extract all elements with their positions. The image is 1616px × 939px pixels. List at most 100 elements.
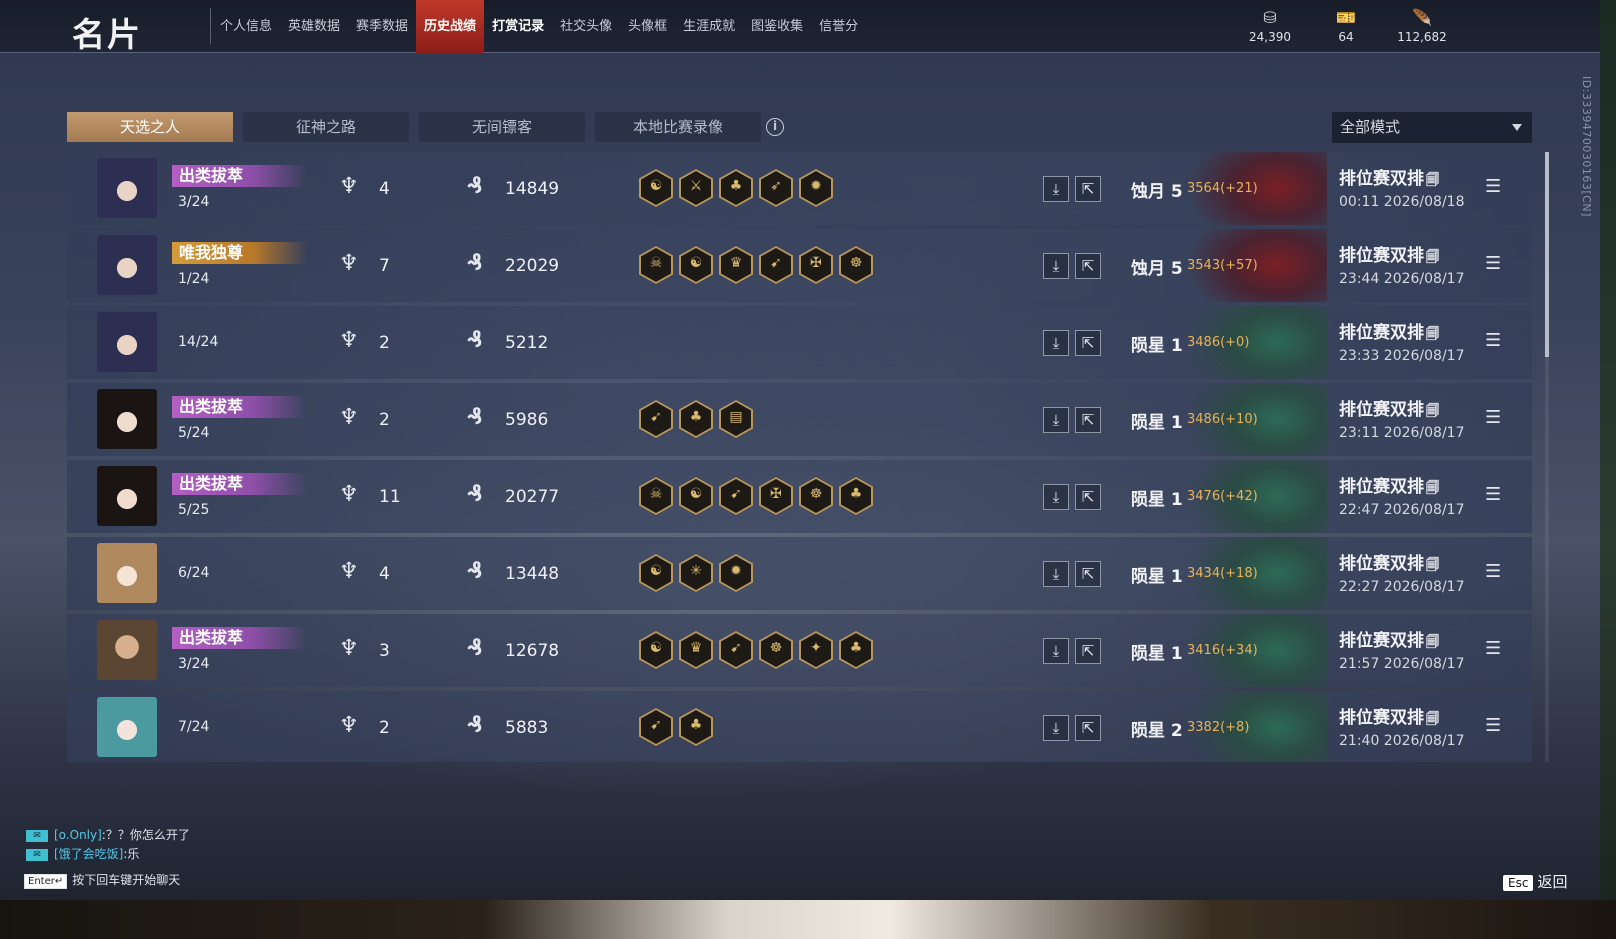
nav-item-7[interactable]: 生涯成就: [675, 0, 743, 53]
mode-select[interactable]: 全部模式: [1332, 112, 1532, 143]
match-history-list: 出类拔萃 3/24 ♆ 4 ₰ 14849 ☯ ⚔ ♣ ➶ ✹ ⤓ ⇱ 蚀月 5 3564(+21) 排位赛双…: [67, 152, 1532, 762]
nav-item-0[interactable]: 个人信息: [212, 0, 280, 53]
medal-glyph: ➹: [730, 640, 742, 656]
match-row[interactable]: 14/24 ♆ 2 ₰ 5212 ⤓ ⇱ 陨星 1 3486(+0) 排位赛双排 🗐 23:33 20…: [67, 306, 1532, 379]
nav-item-1[interactable]: 英雄数据: [280, 0, 348, 53]
kills-icon: ♆: [339, 328, 359, 353]
download-replay-button[interactable]: ⤓: [1043, 638, 1069, 664]
nav-item-2[interactable]: 赛季数据: [348, 0, 416, 53]
match-row[interactable]: 出类拔萃 3/24 ♆ 3 ₰ 12678 ☯ ♛ ➹ ☸ ✦ ♣ ⤓ ⇱ 陨星 1 3416(+34) 排位赛…: [67, 614, 1532, 687]
tab-3[interactable]: 本地比赛录像: [595, 112, 761, 142]
match-row[interactable]: 6/24 ♆ 4 ₰ 13448 ☯ ✳ ✹ ⤓ ⇱ 陨星 1 3434(+18) 排位赛双排 🗐 22:2…: [67, 537, 1532, 610]
share-button[interactable]: ⇱: [1075, 176, 1101, 202]
medal-icon[interactable]: ☸: [799, 477, 833, 515]
chat-sender[interactable]: [o.Only]: [54, 828, 102, 842]
medal-icon[interactable]: ♣: [839, 477, 873, 515]
medal-icon[interactable]: ☯: [639, 631, 673, 669]
download-replay-button[interactable]: ⤓: [1043, 715, 1069, 741]
match-row[interactable]: 出类拔萃 3/24 ♆ 4 ₰ 14849 ☯ ⚔ ♣ ➶ ✹ ⤓ ⇱ 蚀月 5 3564(+21) 排位赛双…: [67, 152, 1532, 225]
currency-value: 64: [1338, 30, 1354, 44]
nav-item-5[interactable]: 社交头像: [552, 0, 620, 53]
nav-item-8[interactable]: 图鉴收集: [743, 0, 811, 53]
list-menu-icon[interactable]: ☰: [1485, 715, 1501, 736]
medal-glyph: ☸: [849, 255, 863, 271]
medal-icon[interactable]: ➹: [759, 246, 793, 284]
share-button[interactable]: ⇱: [1075, 715, 1101, 741]
medal-icon[interactable]: ⚔: [679, 169, 713, 207]
list-menu-icon[interactable]: ☰: [1485, 638, 1501, 659]
info-icon[interactable]: i: [766, 118, 784, 136]
medal-icon[interactable]: ♣: [839, 631, 873, 669]
match-row[interactable]: 出类拔萃 5/24 ♆ 2 ₰ 5986 ➹ ♣ ▤ ⤓ ⇱ 陨星 1 3486(+10) 排位赛双排 🗐 2…: [67, 383, 1532, 456]
download-replay-button[interactable]: ⤓: [1043, 484, 1069, 510]
medal-icon[interactable]: ☸: [839, 246, 873, 284]
list-menu-icon[interactable]: ☰: [1485, 253, 1501, 274]
share-button[interactable]: ⇱: [1075, 561, 1101, 587]
tab-1[interactable]: 征神之路: [243, 112, 409, 142]
chat-enter-hint-text: 按下回车键开始聊天: [72, 873, 181, 887]
scrollbar-thumb[interactable]: [1545, 152, 1549, 357]
medal-icon[interactable]: ➹: [719, 477, 753, 515]
share-button[interactable]: ⇱: [1075, 638, 1101, 664]
medal-icon[interactable]: ➶: [759, 169, 793, 207]
nav-item-6[interactable]: 头像框: [620, 0, 675, 53]
medal-glyph: ✠: [770, 486, 782, 502]
chat-sender[interactable]: [饿了会吃饭]: [54, 847, 123, 861]
download-replay-button[interactable]: ⤓: [1043, 407, 1069, 433]
back-button[interactable]: Esc 返回: [1503, 871, 1567, 892]
medal-icon[interactable]: ✠: [799, 246, 833, 284]
avatar: [97, 158, 157, 218]
share-button[interactable]: ⇱: [1075, 330, 1101, 356]
medal-icon[interactable]: ☠: [639, 246, 673, 284]
medal-icon[interactable]: ✹: [719, 554, 753, 592]
list-menu-icon[interactable]: ☰: [1485, 176, 1501, 197]
list-scrollbar[interactable]: [1545, 152, 1549, 762]
medal-icon[interactable]: ✠: [759, 477, 793, 515]
medal-icon[interactable]: ♛: [719, 246, 753, 284]
medal-icon[interactable]: ✹: [799, 169, 833, 207]
share-button[interactable]: ⇱: [1075, 253, 1101, 279]
nav-item-9[interactable]: 信誉分: [811, 0, 866, 53]
medal-icon[interactable]: ➹: [639, 400, 673, 438]
document-icon: 🗐: [1426, 250, 1439, 265]
tier-points: 3486(+10): [1187, 412, 1258, 427]
medal-icon[interactable]: ☯: [639, 169, 673, 207]
download-replay-button[interactable]: ⤓: [1043, 330, 1069, 356]
medal-icon[interactable]: ☯: [679, 477, 713, 515]
nav-item-4[interactable]: 打赏记录: [484, 0, 552, 53]
medal-icon[interactable]: ✳: [679, 554, 713, 592]
document-icon: 🗐: [1426, 173, 1439, 188]
share-button[interactable]: ⇱: [1075, 484, 1101, 510]
medal-icon[interactable]: ♛: [679, 631, 713, 669]
medal-icon[interactable]: ☠: [639, 477, 673, 515]
share-button[interactable]: ⇱: [1075, 407, 1101, 433]
medal-icon[interactable]: ♣: [679, 400, 713, 438]
tab-0[interactable]: 天选之人: [67, 112, 233, 142]
tier-points: 3486(+0): [1187, 335, 1250, 350]
medal-icon[interactable]: ▤: [719, 400, 753, 438]
list-menu-icon[interactable]: ☰: [1485, 484, 1501, 505]
list-menu-icon[interactable]: ☰: [1485, 407, 1501, 428]
score-icon: ₰: [467, 636, 483, 661]
medal-icon[interactable]: ➹: [719, 631, 753, 669]
medal-icon[interactable]: ☯: [639, 554, 673, 592]
medal-icon[interactable]: ☯: [679, 246, 713, 284]
download-replay-button[interactable]: ⤓: [1043, 253, 1069, 279]
download-replay-button[interactable]: ⤓: [1043, 561, 1069, 587]
list-menu-icon[interactable]: ☰: [1485, 561, 1501, 582]
match-row[interactable]: 唯我独尊 1/24 ♆ 7 ₰ 22029 ☠ ☯ ♛ ➹ ✠ ☸ ⤓ ⇱ 蚀月 5 3543(+57) 排位赛…: [67, 229, 1532, 302]
medal-icon[interactable]: ➹: [639, 708, 673, 746]
nav-item-3[interactable]: 历史战绩: [416, 0, 485, 53]
medal-list: ☠ ☯ ♛ ➹ ✠ ☸: [639, 246, 873, 284]
medal-icon[interactable]: ✦: [799, 631, 833, 669]
kill-count: 2: [379, 333, 390, 353]
list-menu-icon[interactable]: ☰: [1485, 330, 1501, 351]
match-row[interactable]: 出类拔萃 5/25 ♆ 11 ₰ 20277 ☠ ☯ ➹ ✠ ☸ ♣ ⤓ ⇱ 陨星 1 3476(+42) 排位…: [67, 460, 1532, 533]
medal-icon[interactable]: ♣: [679, 708, 713, 746]
medal-icon[interactable]: ♣: [719, 169, 753, 207]
kills-icon: ♆: [339, 174, 359, 199]
download-replay-button[interactable]: ⤓: [1043, 176, 1069, 202]
match-row[interactable]: 7/24 ♆ 2 ₰ 5883 ➹ ♣ ⤓ ⇱ 陨星 2 3382(+8) 排位赛双排 🗐 21:40 2…: [67, 691, 1532, 762]
tab-2[interactable]: 无间镖客: [419, 112, 585, 142]
medal-icon[interactable]: ☸: [759, 631, 793, 669]
